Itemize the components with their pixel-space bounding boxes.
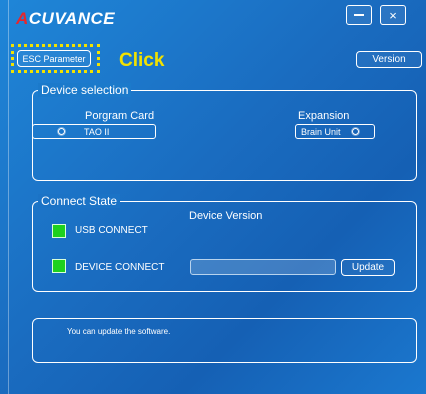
window-frame-edge	[8, 0, 9, 394]
update-button[interactable]: Update	[341, 259, 395, 276]
minimize-icon	[354, 14, 364, 16]
close-button[interactable]: ×	[380, 5, 406, 25]
device-selection-group: Device selection Porgram Card Expansion …	[32, 83, 417, 181]
logo-text: CUVANCE	[28, 9, 116, 28]
click-annotation: Click	[119, 50, 165, 71]
connect-state-title: Connect State	[38, 194, 121, 208]
sun-icon	[351, 127, 360, 136]
close-icon: ×	[389, 7, 397, 23]
message-text: You can update the software.	[67, 327, 171, 336]
program-card-selector[interactable]: TAO II	[32, 124, 156, 139]
version-button[interactable]: Version	[356, 51, 422, 68]
app-logo: ACUVANCE	[16, 9, 115, 29]
message-box: You can update the software.	[32, 318, 417, 363]
expansion-value: Brain Unit	[301, 126, 341, 137]
update-progress-bar	[190, 259, 336, 275]
connect-state-group: Connect State Device Version USB CONNECT…	[32, 194, 417, 292]
device-selection-title: Device selection	[38, 83, 132, 97]
program-card-value: TAO II	[84, 126, 110, 137]
device-connect-label: DEVICE CONNECT	[75, 262, 165, 273]
usb-status-led	[52, 224, 66, 238]
highlight-annotation-box	[11, 44, 100, 73]
device-status-led	[52, 259, 66, 273]
minimize-button[interactable]	[346, 5, 372, 25]
expansion-selector[interactable]: Brain Unit	[295, 124, 375, 139]
usb-connect-label: USB CONNECT	[75, 225, 148, 236]
logo-accent-letter: A	[16, 9, 29, 28]
sun-icon	[57, 127, 66, 136]
device-version-label: Device Version	[189, 210, 263, 222]
expansion-label: Expansion	[298, 110, 350, 122]
program-card-label: Porgram Card	[85, 110, 155, 122]
